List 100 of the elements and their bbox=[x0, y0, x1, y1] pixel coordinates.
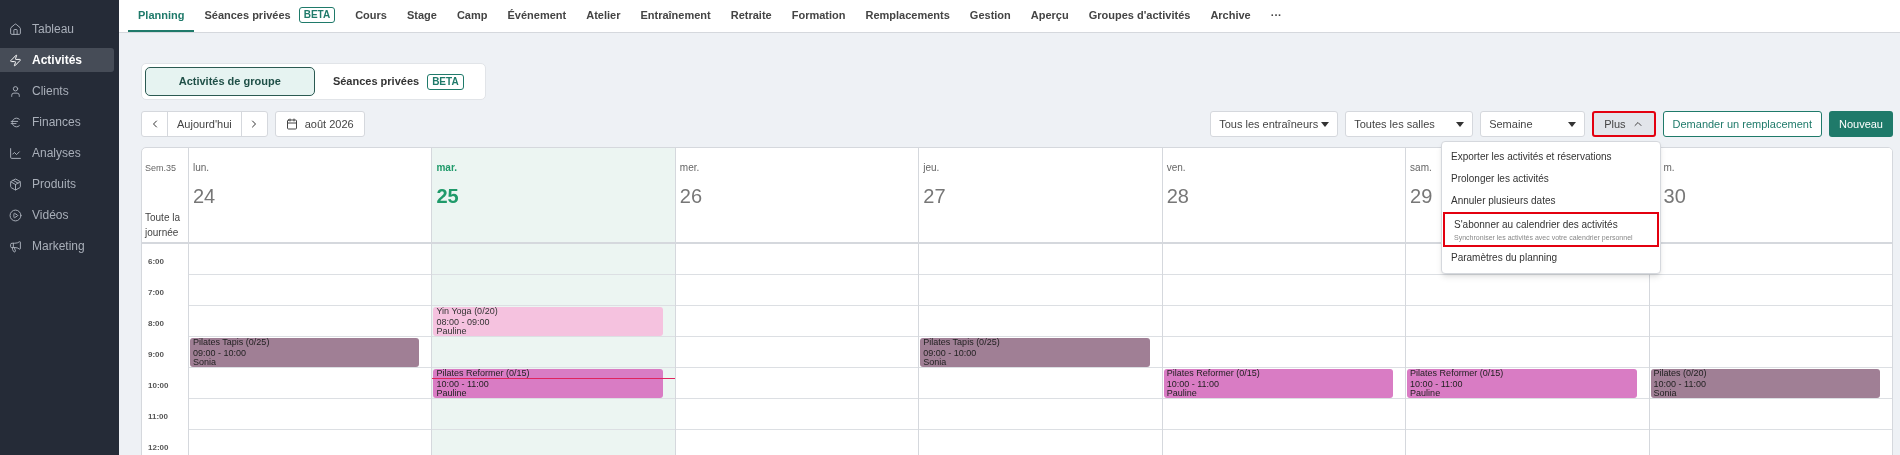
day-name: sam. bbox=[1410, 161, 1432, 175]
nav-tab[interactable]: Archive bbox=[1200, 0, 1261, 32]
hour-label: 10:00 bbox=[148, 381, 169, 390]
menu-item[interactable]: Paramètres du planning bbox=[1442, 247, 1660, 269]
home-icon bbox=[9, 22, 22, 36]
event-card[interactable]: Pilates Tapis (0/25) 09:00 - 10:00 Sonia bbox=[920, 338, 1150, 367]
calendar-icon bbox=[285, 118, 298, 130]
hour-label: 6:00 bbox=[148, 257, 164, 266]
event-trainer: Sonia bbox=[1653, 389, 1678, 398]
sidebar-item[interactable]: Tableau bbox=[0, 17, 114, 41]
today-button[interactable]: Aujourd'hui bbox=[168, 112, 241, 136]
more-button[interactable]: Plus bbox=[1592, 111, 1656, 137]
nav-tab[interactable]: Atelier bbox=[576, 0, 631, 32]
event-title: Pilates Reformer (0/15) bbox=[1166, 369, 1261, 378]
event-card[interactable]: Pilates Reformer (0/15) 10:00 - 11:00 Pauline bbox=[433, 369, 663, 398]
day-number: 30 bbox=[1663, 184, 1686, 209]
hour-label: 9:00 bbox=[148, 350, 164, 359]
event-time: 10:00 - 11:00 bbox=[436, 380, 490, 389]
nav-tab[interactable]: Aperçu bbox=[1020, 0, 1079, 32]
sidebar-item[interactable]: Analyses bbox=[0, 141, 114, 165]
nav-tab[interactable]: ··· bbox=[1260, 0, 1292, 32]
sidebar-item[interactable]: Activités bbox=[0, 48, 114, 72]
nav-tab[interactable]: Gestion bbox=[959, 0, 1021, 32]
event-trainer: Pauline bbox=[1410, 389, 1442, 398]
filter-dropdown[interactable]: Toutes les salles bbox=[1345, 111, 1474, 137]
request-replacement-button[interactable]: Demander un remplacement bbox=[1662, 111, 1822, 137]
filter-dropdown[interactable]: Tous les entraîneurs bbox=[1210, 111, 1339, 137]
nav-tab[interactable]: Cours bbox=[345, 0, 397, 32]
nav-tab[interactable]: Groupes d'activités bbox=[1078, 0, 1201, 32]
day-name: ven. bbox=[1166, 161, 1186, 175]
event-trainer: Sonia bbox=[923, 358, 948, 367]
beta-badge: BETA bbox=[298, 7, 336, 23]
menu-item-label: Prolonger les activités bbox=[1451, 172, 1550, 186]
hour-label: 7:00 bbox=[148, 288, 164, 297]
lightning-icon bbox=[9, 53, 22, 67]
day-name: mar. bbox=[436, 161, 457, 175]
day-number: 26 bbox=[679, 184, 703, 209]
segment-tab[interactable]: Activités de groupe bbox=[145, 67, 315, 96]
event-card[interactable]: Pilates (0/20) 10:00 - 11:00 Sonia bbox=[1650, 369, 1880, 398]
event-time: 10:00 - 11:00 bbox=[1653, 380, 1707, 389]
event-card[interactable]: Yin Yoga (0/20) 08:00 - 09:00 Pauline bbox=[433, 307, 663, 336]
menu-item-label: Exporter les activités et réservations bbox=[1451, 150, 1613, 164]
event-title: Pilates (0/20) bbox=[1653, 369, 1708, 378]
month-picker[interactable]: août 2026 bbox=[274, 111, 365, 137]
all-day-label: Toute la journée bbox=[145, 211, 182, 240]
event-time: 09:00 - 10:00 bbox=[193, 349, 248, 358]
event-title: Yin Yoga (0/20) bbox=[436, 307, 499, 316]
menu-item[interactable]: Annuler plusieurs dates bbox=[1442, 190, 1660, 212]
menu-item[interactable]: Prolonger les activités bbox=[1442, 168, 1660, 190]
sidebar-item[interactable]: Finances bbox=[0, 110, 114, 134]
sidebar-item[interactable]: Produits bbox=[0, 172, 114, 196]
menu-item-label: Annuler plusieurs dates bbox=[1451, 194, 1557, 208]
filter-dropdown[interactable]: Semaine bbox=[1480, 111, 1586, 137]
menu-item-label: Paramètres du planning bbox=[1451, 251, 1559, 265]
event-time: 10:00 - 11:00 bbox=[1410, 380, 1464, 389]
day-name: mer. bbox=[679, 161, 700, 175]
week-number: Sem.35 bbox=[145, 162, 178, 175]
nav-tab[interactable]: Entraînement bbox=[630, 0, 721, 32]
caret-down-icon bbox=[1321, 121, 1330, 127]
nav-tab[interactable]: Remplacements bbox=[855, 0, 960, 32]
line-chart-icon bbox=[9, 146, 22, 160]
day-number: 28 bbox=[1166, 184, 1189, 209]
hour-label: 8:00 bbox=[148, 319, 164, 328]
day-name: m. bbox=[1663, 161, 1675, 175]
nav-tab[interactable]: Stage bbox=[396, 0, 447, 32]
caret-down-icon bbox=[1568, 121, 1577, 127]
nav-tab[interactable]: Planning bbox=[128, 0, 195, 32]
event-card[interactable]: Pilates Reformer (0/15) 10:00 - 11:00 Pauline bbox=[1407, 369, 1637, 398]
menu-item[interactable]: Exporter les activités et réservations bbox=[1442, 146, 1660, 168]
megaphone-icon bbox=[9, 239, 22, 253]
sidebar-item[interactable]: Marketing bbox=[0, 234, 114, 258]
euro-icon bbox=[9, 115, 22, 129]
sidebar-item[interactable]: Clients bbox=[0, 79, 114, 103]
event-trainer: Pauline bbox=[1166, 389, 1198, 398]
event-time: 09:00 - 10:00 bbox=[923, 349, 978, 358]
play-icon bbox=[9, 208, 22, 222]
day-name: lun. bbox=[193, 161, 210, 175]
day-name: jeu. bbox=[923, 161, 940, 175]
hour-label: 12:00 bbox=[148, 443, 169, 452]
user-icon bbox=[9, 84, 22, 98]
event-time: 08:00 - 09:00 bbox=[436, 318, 491, 327]
nav-tab[interactable]: Événement bbox=[497, 0, 577, 32]
nav-tab[interactable]: Retraite bbox=[720, 0, 782, 32]
event-trainer: Sonia bbox=[193, 358, 218, 367]
day-number: 29 bbox=[1410, 184, 1433, 209]
event-trainer: Pauline bbox=[436, 327, 468, 336]
sidebar-item[interactable]: Vidéos bbox=[0, 203, 114, 227]
nav-tab[interactable]: Formation bbox=[781, 0, 856, 32]
event-card[interactable]: Pilates Reformer (0/15) 10:00 - 11:00 Pauline bbox=[1163, 369, 1394, 398]
new-button[interactable]: Nouveau bbox=[1828, 111, 1893, 137]
segment-tab[interactable]: Séances privées BETA bbox=[314, 67, 482, 96]
event-card[interactable]: Pilates Tapis (0/25) 09:00 - 10:00 Sonia bbox=[190, 338, 420, 367]
event-title: Pilates Tapis (0/25) bbox=[923, 338, 1001, 347]
event-title: Pilates Tapis (0/25) bbox=[193, 338, 271, 347]
event-trainer: Pauline bbox=[436, 389, 468, 398]
event-title: Pilates Reformer (0/15) bbox=[1410, 369, 1505, 378]
day-number: 27 bbox=[923, 184, 946, 209]
nav-tab[interactable]: Séances privées BETA bbox=[194, 0, 346, 32]
nav-tab[interactable]: Camp bbox=[446, 0, 498, 32]
box-icon bbox=[9, 177, 22, 191]
